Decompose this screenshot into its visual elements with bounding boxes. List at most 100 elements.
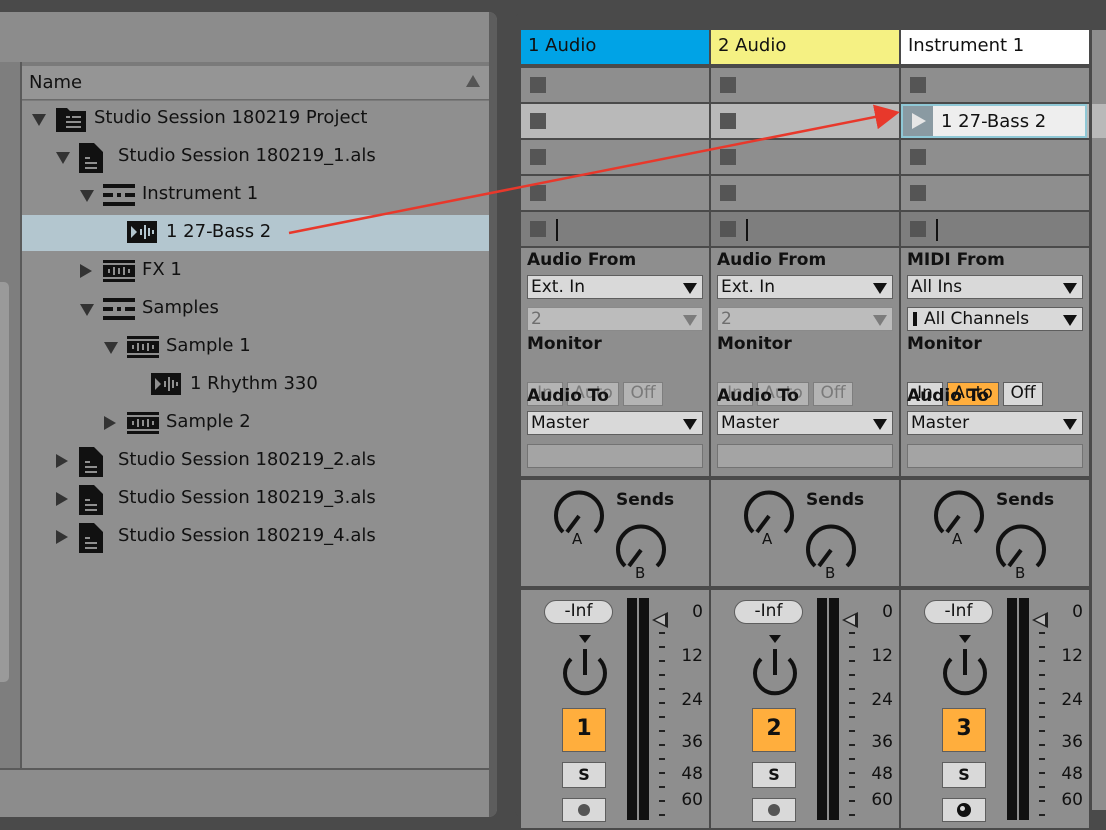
output-dropdown[interactable]: Master: [527, 411, 703, 435]
track-title[interactable]: 2 Audio: [711, 30, 899, 64]
clip-slot[interactable]: [901, 68, 1089, 102]
clip-stop-button-row[interactable]: [711, 212, 899, 246]
solo-button[interactable]: S: [942, 762, 986, 788]
input-type-dropdown[interactable]: Ext. In: [527, 275, 703, 299]
panel-divider[interactable]: [489, 12, 497, 817]
list-item[interactable]: Studio Session 180219_3.als: [22, 481, 489, 517]
monitor-off-button[interactable]: Off: [813, 382, 853, 406]
solo-button[interactable]: S: [752, 762, 796, 788]
input-channel-dropdown[interactable]: All Channels: [907, 307, 1083, 331]
list-item[interactable]: Sample 2: [22, 405, 489, 441]
clip-slot[interactable]: [711, 68, 899, 102]
list-item[interactable]: Samples: [22, 291, 489, 327]
list-item[interactable]: Studio Session 180219_1.als: [22, 139, 489, 175]
monitor-midi-button[interactable]: [942, 798, 986, 822]
collapse-icon[interactable]: [80, 190, 94, 202]
stop-icon[interactable]: [530, 113, 546, 129]
stop-icon[interactable]: [720, 149, 736, 165]
clip-slot[interactable]: [521, 104, 709, 138]
collapse-icon[interactable]: [104, 342, 118, 354]
clip-launch-icon[interactable]: [903, 106, 933, 136]
list-item[interactable]: Studio Session 180219_2.als: [22, 443, 489, 479]
column-header[interactable]: Name: [22, 66, 489, 100]
arm-button[interactable]: [752, 798, 796, 822]
stop-icon[interactable]: [530, 77, 546, 93]
volume-display[interactable]: -Inf: [544, 600, 613, 624]
input-channel-dropdown[interactable]: 2: [717, 307, 893, 331]
stop-icon[interactable]: [910, 185, 926, 201]
collapse-icon[interactable]: [56, 152, 70, 164]
clip-slot[interactable]: [521, 68, 709, 102]
meter-tick: [1039, 800, 1045, 802]
clip-slot[interactable]: [901, 176, 1089, 210]
output-label: Audio To: [717, 386, 799, 406]
arm-button[interactable]: [562, 798, 606, 822]
track-title[interactable]: Instrument 1: [901, 30, 1089, 64]
output-dropdown[interactable]: Master: [907, 411, 1083, 435]
stop-icon[interactable]: [720, 113, 736, 129]
track-activator-button[interactable]: 2: [752, 708, 796, 752]
pan-knob[interactable]: [938, 635, 992, 701]
stop-all-clips-icon[interactable]: [720, 221, 736, 237]
clip-stop-button-row[interactable]: [901, 212, 1089, 246]
list-item-label: Samples: [142, 297, 219, 318]
clip-slot[interactable]: [521, 140, 709, 174]
volume-fader-handle[interactable]: [1032, 612, 1048, 628]
expand-icon[interactable]: [56, 454, 68, 468]
monitor-off-button[interactable]: Off: [623, 382, 663, 406]
volume-display[interactable]: -Inf: [924, 600, 993, 624]
stop-all-clips-icon[interactable]: [530, 221, 546, 237]
collapse-icon[interactable]: [32, 114, 46, 126]
volume-fader-handle[interactable]: [842, 612, 858, 628]
clip-stop-button-row[interactable]: [521, 212, 709, 246]
list-item[interactable]: Studio Session 180219_4.als: [22, 519, 489, 555]
list-item[interactable]: 1 Rhythm 330: [22, 367, 489, 403]
output-channel-field[interactable]: [907, 444, 1083, 468]
stop-icon[interactable]: [720, 77, 736, 93]
clip-slot[interactable]: 1 27-Bass 2: [901, 104, 1089, 138]
stop-icon[interactable]: [530, 149, 546, 165]
midi-clip[interactable]: 1 27-Bass 2: [901, 104, 1087, 138]
expand-icon[interactable]: [104, 416, 116, 430]
solo-button[interactable]: S: [562, 762, 606, 788]
output-dropdown[interactable]: Master: [717, 411, 893, 435]
expand-icon[interactable]: [56, 530, 68, 544]
pan-knob[interactable]: [748, 635, 802, 701]
clip-slot[interactable]: [711, 140, 899, 174]
volume-display[interactable]: -Inf: [734, 600, 803, 624]
stop-icon[interactable]: [530, 185, 546, 201]
list-item-label: Sample 2: [166, 411, 251, 432]
browser-scrollbar[interactable]: [0, 282, 9, 682]
expand-icon[interactable]: [56, 492, 68, 506]
list-item-selected[interactable]: 1 27-Bass 2: [22, 215, 489, 251]
expand-icon[interactable]: [80, 264, 92, 278]
sort-ascending-icon[interactable]: [466, 75, 480, 87]
list-item[interactable]: FX 1: [22, 253, 489, 289]
meter-scale-label: 24: [871, 690, 893, 710]
list-item[interactable]: Instrument 1: [22, 177, 489, 213]
stop-icon[interactable]: [720, 185, 736, 201]
stop-icon[interactable]: [910, 77, 926, 93]
collapse-icon[interactable]: [80, 304, 94, 316]
stop-icon[interactable]: [910, 149, 926, 165]
output-channel-field[interactable]: [717, 444, 893, 468]
meter-tick: [659, 744, 665, 746]
track-activator-button[interactable]: 1: [562, 708, 606, 752]
input-channel-dropdown[interactable]: 2: [527, 307, 703, 331]
pan-knob[interactable]: [558, 635, 612, 701]
clip-slot[interactable]: [901, 140, 1089, 174]
clip-slot[interactable]: [711, 176, 899, 210]
list-item[interactable]: Studio Session 180219 Project: [22, 101, 489, 137]
output-channel-field[interactable]: [527, 444, 703, 468]
track-title[interactable]: 1 Audio: [521, 30, 709, 64]
input-type-dropdown[interactable]: Ext. In: [717, 275, 893, 299]
scene-slot-edge[interactable]: [1092, 104, 1106, 138]
monitor-off-button[interactable]: Off: [1003, 382, 1043, 406]
volume-fader-handle[interactable]: [652, 612, 668, 628]
input-type-dropdown[interactable]: All Ins: [907, 275, 1083, 299]
list-item[interactable]: Sample 1: [22, 329, 489, 365]
stop-all-clips-icon[interactable]: [910, 221, 926, 237]
track-activator-button[interactable]: 3: [942, 708, 986, 752]
clip-slot[interactable]: [521, 176, 709, 210]
clip-slot[interactable]: [711, 104, 899, 138]
